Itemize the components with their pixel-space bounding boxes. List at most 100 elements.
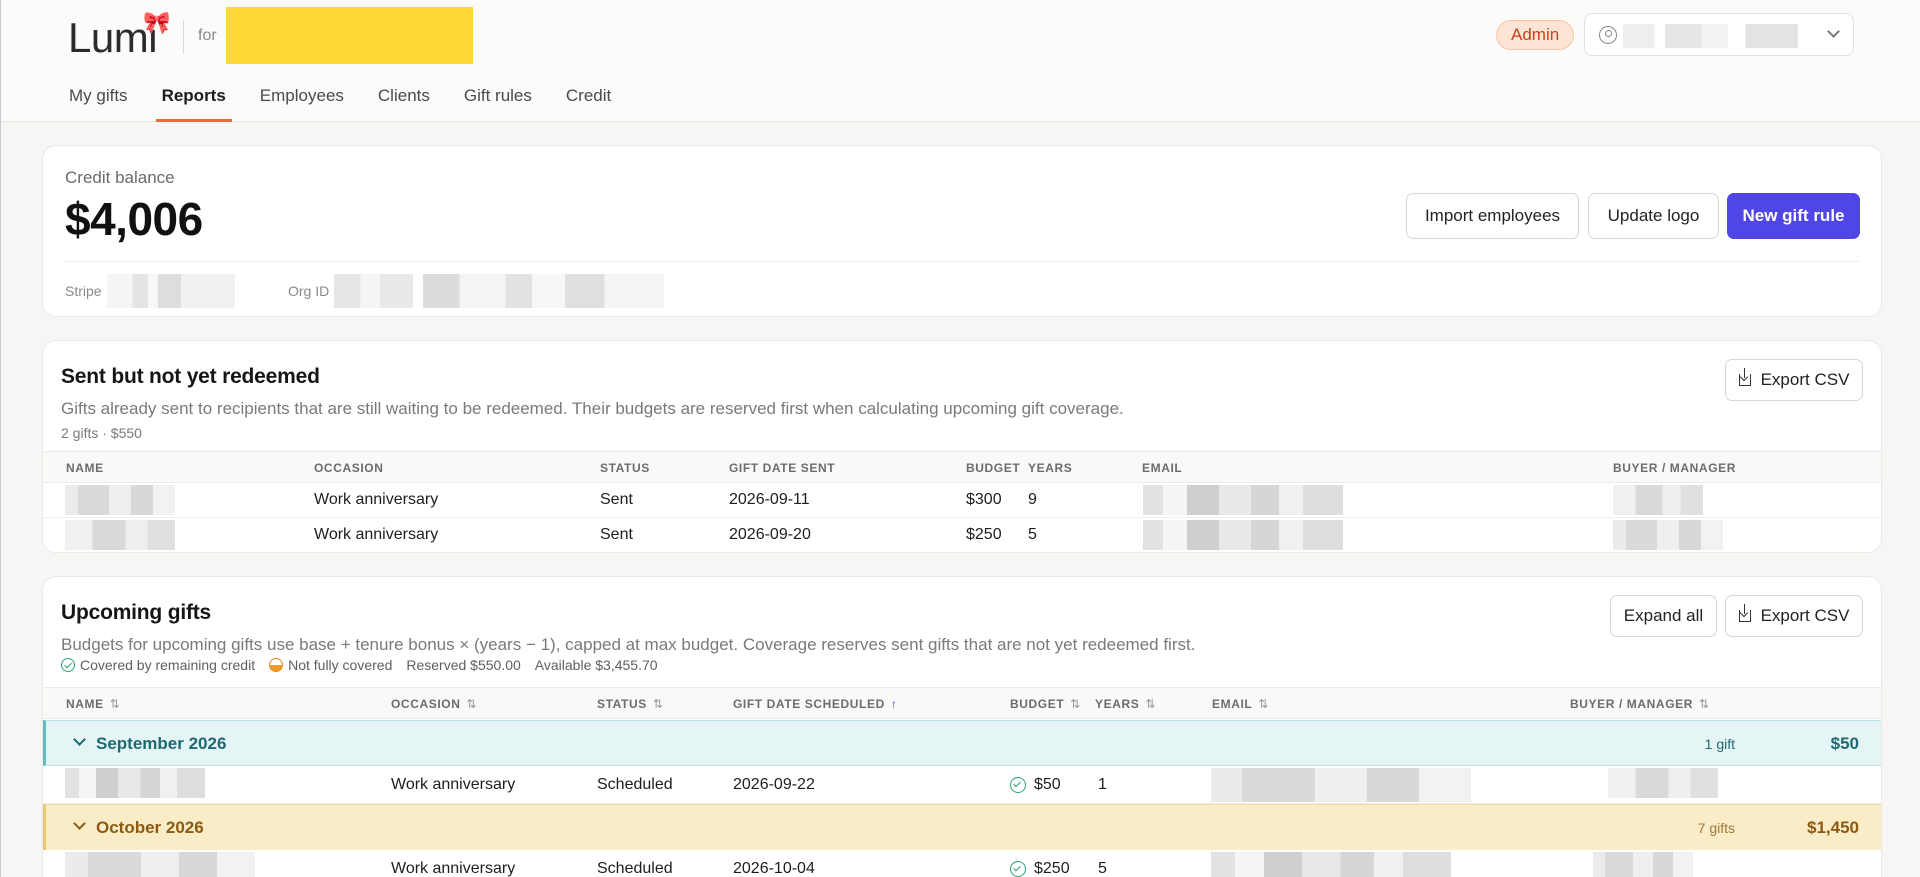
check-circle-icon: [61, 658, 75, 672]
date-cell: 2026-09-20: [729, 526, 811, 543]
years-cell: 5: [1098, 860, 1107, 877]
check-circle-icon: [1010, 861, 1026, 877]
stripe-label: Stripe: [65, 283, 102, 299]
admin-badge: Admin: [1496, 20, 1575, 50]
upcoming-gifts-card: Upcoming gifts Budgets for upcoming gift…: [42, 576, 1882, 877]
occasion-cell: Work anniversary: [314, 526, 439, 543]
col-years[interactable]: YEARS: [1028, 461, 1072, 475]
chevron-down-icon[interactable]: [73, 817, 86, 830]
group-label: October 2026: [96, 818, 204, 837]
divider: [65, 261, 1859, 262]
sort-icon[interactable]: ⇅: [1070, 697, 1081, 711]
group-row-september[interactable]: September 2026 1 gift $50: [43, 720, 1881, 766]
date-cell: 2026-10-04: [733, 860, 815, 877]
col-budget[interactable]: BUDGET: [966, 461, 1020, 475]
main-nav: My gifts Reports Employees Clients Gift …: [69, 86, 645, 122]
sort-icon[interactable]: ⇅: [653, 697, 664, 711]
budget-cell: $250: [966, 526, 1002, 543]
years-cell: 5: [1028, 526, 1037, 543]
section-title: Upcoming gifts: [61, 601, 212, 624]
col-gift-date-sent[interactable]: GIFT DATE SENT: [729, 461, 835, 475]
col-occasion[interactable]: OCCASION ⇅: [391, 697, 477, 711]
buyer-redacted: [1593, 852, 1693, 877]
occasion-cell: Work anniversary: [314, 491, 439, 508]
col-status[interactable]: STATUS: [600, 461, 650, 475]
section-description: Budgets for upcoming gifts use base + te…: [61, 635, 1196, 654]
email-redacted: [1143, 485, 1343, 515]
buyer-redacted: [1608, 768, 1718, 798]
col-years[interactable]: YEARS ⇅: [1095, 697, 1156, 711]
col-status[interactable]: STATUS ⇅: [597, 697, 663, 711]
export-csv-button[interactable]: Export CSV: [1725, 359, 1863, 401]
table-row[interactable]: Work anniversary Sent 2026-09-20 $250 5: [43, 518, 1881, 552]
date-cell: 2026-09-11: [729, 491, 810, 508]
col-buyer-manager[interactable]: BUYER / MANAGER ⇅: [1570, 697, 1710, 711]
col-occasion[interactable]: OCCASION: [314, 461, 383, 475]
tab-gift-rules[interactable]: Gift rules: [464, 86, 532, 122]
new-gift-rule-button[interactable]: New gift rule: [1727, 193, 1860, 239]
table-row[interactable]: Work anniversary Scheduled 2026-09-22 $5…: [43, 766, 1881, 804]
credit-balance-value: $4,006: [65, 193, 203, 245]
col-budget[interactable]: BUDGET ⇅: [1010, 697, 1081, 711]
sort-icon[interactable]: ⇅: [1699, 697, 1710, 711]
organization-name-redacted: [226, 7, 473, 64]
table-header: NAME ⇅ OCCASION ⇅ STATUS ⇅ GIFT DATE SCHEDU…: [43, 687, 1881, 719]
tab-employees[interactable]: Employees: [260, 86, 344, 122]
col-gift-date-scheduled[interactable]: GIFT DATE SCHEDULED ↑: [733, 697, 897, 711]
legend-not-covered: Not fully covered: [288, 657, 393, 673]
email-redacted: [1211, 852, 1451, 877]
sort-icon[interactable]: ⇅: [110, 697, 121, 711]
half-circle-icon: [269, 658, 284, 672]
top-bar: Lumi 🎀 for Admin My gifts Reports Employ…: [1, 0, 1920, 122]
user-circle-icon: [1599, 26, 1617, 44]
import-employees-button[interactable]: Import employees: [1406, 193, 1579, 239]
credit-balance-label: Credit balance: [65, 168, 175, 187]
years-cell: 9: [1028, 491, 1037, 508]
tab-clients[interactable]: Clients: [378, 86, 430, 122]
tab-reports[interactable]: Reports: [155, 86, 233, 122]
table-row[interactable]: Work anniversary Scheduled 2026-10-04 $2…: [43, 850, 1881, 877]
occasion-cell: Work anniversary: [391, 860, 516, 877]
col-name[interactable]: NAME: [66, 461, 104, 475]
section-description: Gifts already sent to recipients that ar…: [61, 399, 1124, 418]
legend-reserved: Reserved $550.00: [406, 657, 521, 673]
tab-credit[interactable]: Credit: [566, 86, 611, 122]
recipient-name-redacted: [65, 852, 255, 877]
col-email[interactable]: EMAIL ⇅: [1212, 697, 1269, 711]
sort-ascending-icon[interactable]: ↑: [891, 697, 898, 711]
sent-summary: 2 gifts · $550: [61, 425, 142, 441]
user-menu-button[interactable]: [1584, 13, 1854, 56]
coverage-legend: Covered by remaining credit Not fully co…: [61, 657, 672, 673]
sent-not-redeemed-card: Sent but not yet redeemed Gifts already …: [42, 340, 1882, 553]
org-id-redacted: [334, 274, 664, 308]
expand-all-button[interactable]: Expand all: [1610, 595, 1717, 637]
gift-bow-icon: 🎀: [143, 10, 171, 35]
group-row-october[interactable]: October 2026 7 gifts $1,450: [43, 804, 1881, 850]
chevron-down-icon: [1827, 25, 1840, 38]
col-name[interactable]: NAME ⇅: [66, 697, 120, 711]
status-cell: Sent: [600, 526, 633, 543]
status-cell: Scheduled: [597, 860, 673, 877]
col-buyer-manager[interactable]: BUYER / MANAGER: [1613, 461, 1736, 475]
occasion-cell: Work anniversary: [391, 776, 516, 793]
credit-balance-card: Credit balance $4,006 Import employees U…: [42, 145, 1882, 317]
tab-my-gifts[interactable]: My gifts: [69, 86, 128, 122]
sort-icon[interactable]: ⇅: [1258, 697, 1269, 711]
export-csv-button[interactable]: Export CSV: [1725, 595, 1863, 637]
legend-available: Available $3,455.70: [534, 657, 658, 673]
logo-divider: [183, 20, 184, 54]
group-total: $1,450: [1807, 818, 1859, 837]
years-cell: 1: [1098, 776, 1107, 793]
col-email[interactable]: EMAIL: [1142, 461, 1182, 475]
buyer-redacted: [1613, 520, 1723, 550]
group-total: $50: [1830, 734, 1859, 753]
download-icon: [1738, 368, 1751, 386]
update-logo-button[interactable]: Update logo: [1588, 193, 1719, 239]
table-header: NAME OCCASION STATUS GIFT DATE SENT BUDG…: [43, 451, 1881, 483]
sort-icon[interactable]: ⇅: [466, 697, 477, 711]
table-row[interactable]: Work anniversary Sent 2026-09-11 $300 9: [43, 483, 1881, 518]
chevron-down-icon[interactable]: [73, 733, 86, 746]
for-label: for: [198, 27, 217, 44]
status-cell: Scheduled: [597, 776, 673, 793]
sort-icon[interactable]: ⇅: [1145, 697, 1156, 711]
